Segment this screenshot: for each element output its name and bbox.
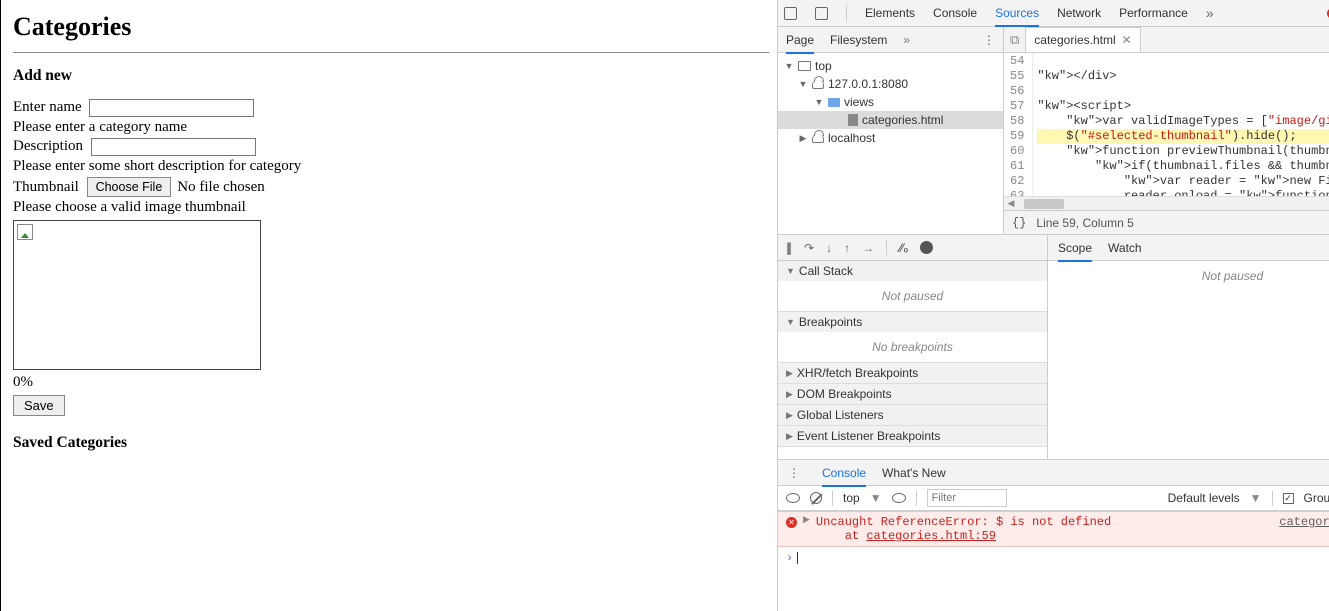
breakpoints-msg: No breakpoints — [778, 332, 1047, 362]
progress-text: 0% — [13, 374, 769, 391]
source-file-tab[interactable]: categories.html ✕ — [1025, 27, 1140, 52]
error-source-link[interactable]: categories.html:59 — [1279, 515, 1329, 543]
nav-folder[interactable]: views — [844, 95, 874, 109]
scope-msg: Not paused — [1048, 261, 1329, 459]
section-callstack[interactable]: Call Stack — [799, 264, 853, 278]
desc-hint: Please enter some short description for … — [13, 158, 769, 175]
clear-console-icon[interactable] — [810, 492, 822, 504]
subtab-page[interactable]: Page — [786, 33, 814, 47]
error-icon: ✕ — [786, 517, 797, 528]
save-button[interactable]: Save — [13, 395, 65, 416]
console-messages: ✕ ▶ Uncaught ReferenceError: $ is not de… — [778, 511, 1329, 611]
rendered-page: Categories Add new Enter name Please ent… — [0, 0, 777, 611]
source-editor: 5455565758596061626364 "kw"></div> "kw">… — [1004, 53, 1329, 234]
more-tabs-icon[interactable]: » — [1206, 5, 1214, 21]
nav-top[interactable]: top — [815, 59, 832, 73]
debugger-left-pane: ∥ ↷ ↓ ↑ → ⁄⁄₀ ▼Call StackNot paused ▼Bre… — [778, 235, 1048, 459]
error-message: Uncaught ReferenceError: $ is not define… — [816, 515, 1111, 529]
device-toggle-icon[interactable] — [815, 7, 828, 20]
nav-host[interactable]: 127.0.0.1:8080 — [828, 77, 908, 91]
console-prompt[interactable]: › — [778, 547, 1329, 569]
code-view[interactable]: 5455565758596061626364 "kw"></div> "kw">… — [1004, 53, 1329, 196]
horizontal-scrollbar[interactable]: ◀▶ — [1004, 196, 1329, 210]
page-title: Categories — [13, 12, 769, 42]
file-status: No file chosen — [177, 179, 264, 196]
error-at-link[interactable]: categories.html:59 — [866, 529, 996, 543]
section-listeners[interactable]: Global Listeners — [797, 408, 884, 422]
sidebar-toggle-icon[interactable]: ⧉ — [1010, 32, 1019, 48]
section-event-bp[interactable]: Event Listener Breakpoints — [797, 429, 940, 443]
expand-icon[interactable]: ▶ — [803, 515, 810, 543]
step-over-icon[interactable]: ↷ — [804, 241, 814, 255]
live-expression-icon[interactable] — [786, 493, 800, 503]
folder-icon — [828, 98, 840, 107]
console-filter-input[interactable] — [927, 489, 1007, 507]
deactivate-bp-icon[interactable]: ⁄⁄₀ — [899, 241, 908, 255]
saved-heading: Saved Categories — [13, 434, 769, 452]
step-out-icon[interactable]: ↑ — [844, 241, 850, 255]
group-similar-checkbox[interactable]: ✓ — [1283, 493, 1294, 504]
console-toolbar: top ▼ Default levels▼ ✓ Group similar — [778, 486, 1329, 511]
pause-icon[interactable]: ∥ — [786, 241, 792, 255]
tab-elements[interactable]: Elements — [865, 6, 915, 20]
thumbnail-preview — [13, 220, 261, 370]
source-status-bar: {} Line 59, Column 5 — [1004, 210, 1329, 234]
cursor-position: Line 59, Column 5 — [1036, 216, 1133, 230]
levels-selector[interactable]: Default levels — [1168, 491, 1240, 505]
desc-input[interactable] — [91, 138, 256, 156]
subtab-filesystem[interactable]: Filesystem — [830, 33, 887, 47]
drawer-menu-icon[interactable]: ⋮ — [788, 466, 800, 480]
tab-console[interactable]: Console — [933, 6, 977, 20]
subtab-menu-icon[interactable]: ⋮ — [983, 33, 995, 47]
nav-file[interactable]: categories.html — [862, 113, 943, 127]
name-label: Enter name — [13, 99, 82, 115]
console-drawer: ⋮ Console What's New ✕ top ▼ Default lev… — [778, 460, 1329, 611]
frame-icon — [798, 61, 811, 71]
source-file-tabbar: ⧉ categories.html ✕ — [1004, 27, 1329, 53]
subtab-more-icon[interactable]: » — [903, 33, 910, 47]
cloud-icon — [812, 134, 824, 143]
debugger-right-pane: Scope Watch Not paused — [1048, 235, 1329, 459]
context-selector[interactable]: top — [843, 491, 860, 505]
choose-file-button[interactable]: Choose File — [87, 177, 172, 197]
devtools-panel: Elements Console Sources Network Perform… — [777, 0, 1329, 611]
callstack-msg: Not paused — [778, 281, 1047, 311]
section-xhr[interactable]: XHR/fetch Breakpoints — [797, 366, 918, 380]
close-file-tab-icon[interactable]: ✕ — [1122, 33, 1132, 47]
pause-exceptions-icon[interactable] — [920, 241, 933, 254]
thumb-hint: Please choose a valid image thumbnail — [13, 199, 769, 216]
thumb-label: Thumbnail — [13, 179, 79, 195]
tab-sources[interactable]: Sources — [995, 6, 1039, 20]
desc-label: Description — [13, 138, 83, 154]
step-icon[interactable]: → — [862, 241, 874, 255]
divider — [13, 52, 769, 53]
devtools-main-tabs: Elements Console Sources Network Perform… — [778, 0, 1329, 27]
sources-navigator-tabs: Page Filesystem » ⋮ — [778, 27, 1004, 53]
step-into-icon[interactable]: ↓ — [826, 241, 832, 255]
cloud-icon — [812, 80, 824, 89]
debugger-toolbar: ∥ ↷ ↓ ↑ → ⁄⁄₀ — [778, 235, 1047, 261]
name-hint: Please enter a category name — [13, 119, 769, 136]
inspect-icon[interactable] — [784, 7, 797, 20]
group-label: Group similar — [1304, 491, 1329, 505]
tab-performance[interactable]: Performance — [1119, 6, 1188, 20]
tab-scope[interactable]: Scope — [1058, 241, 1092, 255]
section-breakpoints[interactable]: Breakpoints — [799, 315, 862, 329]
file-navigator: top 127.0.0.1:8080 views categories.html… — [778, 53, 1004, 234]
broken-image-icon — [17, 224, 33, 240]
console-error-row[interactable]: ✕ ▶ Uncaught ReferenceError: $ is not de… — [778, 511, 1329, 547]
file-tab-label: categories.html — [1034, 33, 1115, 47]
section-dom[interactable]: DOM Breakpoints — [797, 387, 892, 401]
tab-network[interactable]: Network — [1057, 6, 1101, 20]
addnew-heading: Add new — [13, 67, 769, 85]
nav-localhost[interactable]: localhost — [828, 131, 875, 145]
tab-watch[interactable]: Watch — [1108, 241, 1142, 255]
pretty-print-icon[interactable]: {} — [1012, 216, 1026, 230]
file-icon — [848, 114, 858, 126]
drawer-tab-console[interactable]: Console — [822, 466, 866, 480]
drawer-tab-whatsnew[interactable]: What's New — [882, 466, 946, 480]
eye-icon[interactable] — [892, 493, 906, 503]
name-input[interactable] — [89, 99, 254, 117]
